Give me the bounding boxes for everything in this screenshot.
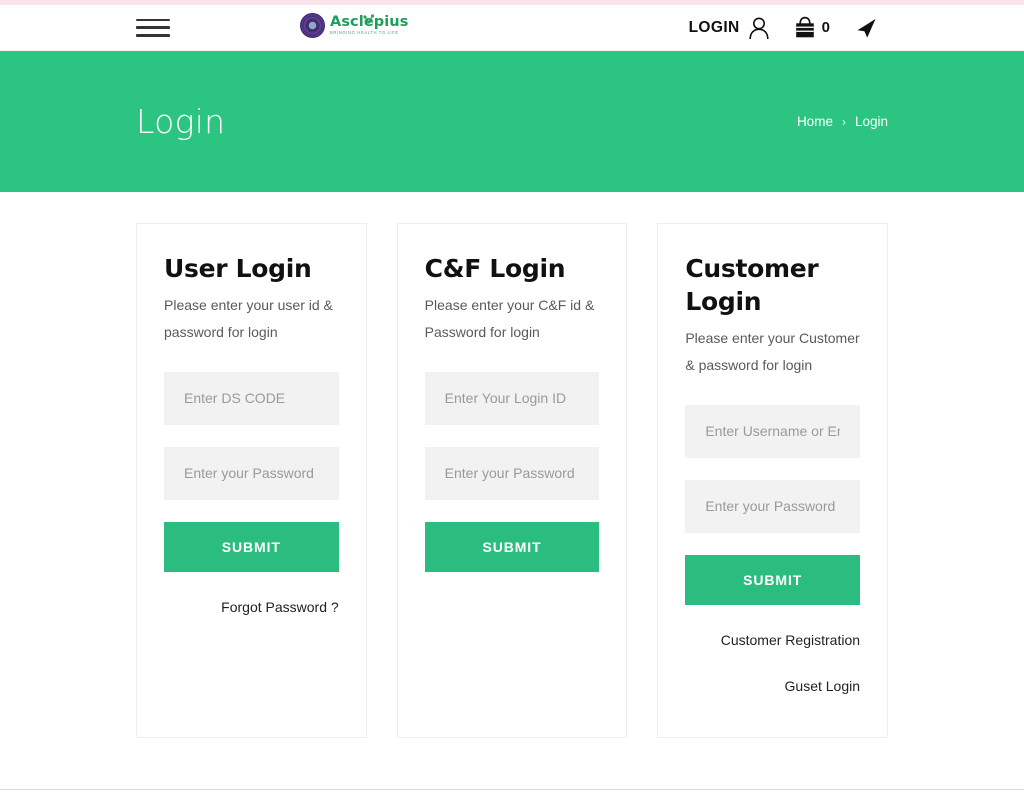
login-label: LOGIN [688, 18, 740, 36]
navigation-arrow-icon[interactable] [854, 16, 878, 40]
cf-login-card: C&F Login Please enter your C&F id & Pas… [396, 223, 628, 738]
customer-registration-link[interactable]: Customer Registration [685, 632, 860, 648]
customer-login-card: Customer Login Please enter your Custome… [657, 223, 889, 738]
cart-count: 0 [821, 19, 830, 36]
submit-button[interactable]: SUBMIT [685, 554, 861, 605]
user-login-card: User Login Please enter your user id & p… [136, 223, 367, 738]
breadcrumb: Home › Login [797, 114, 888, 129]
hamburger-menu-icon[interactable] [136, 16, 170, 40]
circular-seal-emblem-icon [300, 13, 325, 38]
password-input[interactable] [164, 446, 339, 500]
card-description: Please enter your C&F id & Password for … [424, 297, 595, 340]
submit-button[interactable]: SUBMIT [424, 521, 600, 572]
user-icon [748, 16, 770, 40]
logo-tagline: BRINGING HEALTH TO LIFE [330, 30, 399, 36]
ds-code-input[interactable] [164, 371, 339, 425]
site-header: Asclepius BRINGING HEALTH TO LIFE LOGIN [0, 5, 1024, 51]
forgot-password-link[interactable]: Forgot Password ? [164, 599, 339, 615]
header-actions: LOGIN 0 [689, 16, 878, 40]
page-banner: Login Home › Login [0, 51, 1024, 192]
card-description: Please enter your Customer & password fo… [685, 330, 860, 373]
login-cards-container: User Login Please enter your user id & p… [0, 192, 1024, 738]
breadcrumb-current: Login [854, 114, 888, 129]
password-input[interactable] [424, 446, 600, 500]
password-input[interactable] [685, 479, 861, 533]
hamburger-line [136, 34, 170, 37]
footer-divider [0, 789, 1024, 790]
breadcrumb-home[interactable]: Home [797, 114, 833, 129]
login-button[interactable]: LOGIN [689, 16, 770, 40]
card-title: User Login [164, 254, 312, 283]
shopping-bag-icon [794, 16, 816, 39]
leaf-icon [362, 13, 376, 26]
site-logo[interactable]: Asclepius BRINGING HEALTH TO LIFE [300, 13, 408, 38]
hamburger-line [136, 26, 170, 29]
card-description: Please enter your user id & password for… [164, 297, 333, 340]
username-or-email-input[interactable] [685, 404, 861, 458]
card-title: C&F Login [424, 254, 566, 283]
card-title: Customer Login [685, 254, 819, 316]
chevron-right-icon: › [841, 114, 846, 129]
guest-login-link[interactable]: Guset Login [685, 678, 861, 694]
page-title: Login [136, 102, 226, 141]
hamburger-line [136, 18, 170, 21]
submit-button[interactable]: SUBMIT [164, 521, 339, 572]
login-id-input[interactable] [424, 371, 600, 425]
cart-button[interactable]: 0 [794, 16, 830, 39]
logo-wordmark: Asclepius BRINGING HEALTH TO LIFE [330, 13, 408, 36]
